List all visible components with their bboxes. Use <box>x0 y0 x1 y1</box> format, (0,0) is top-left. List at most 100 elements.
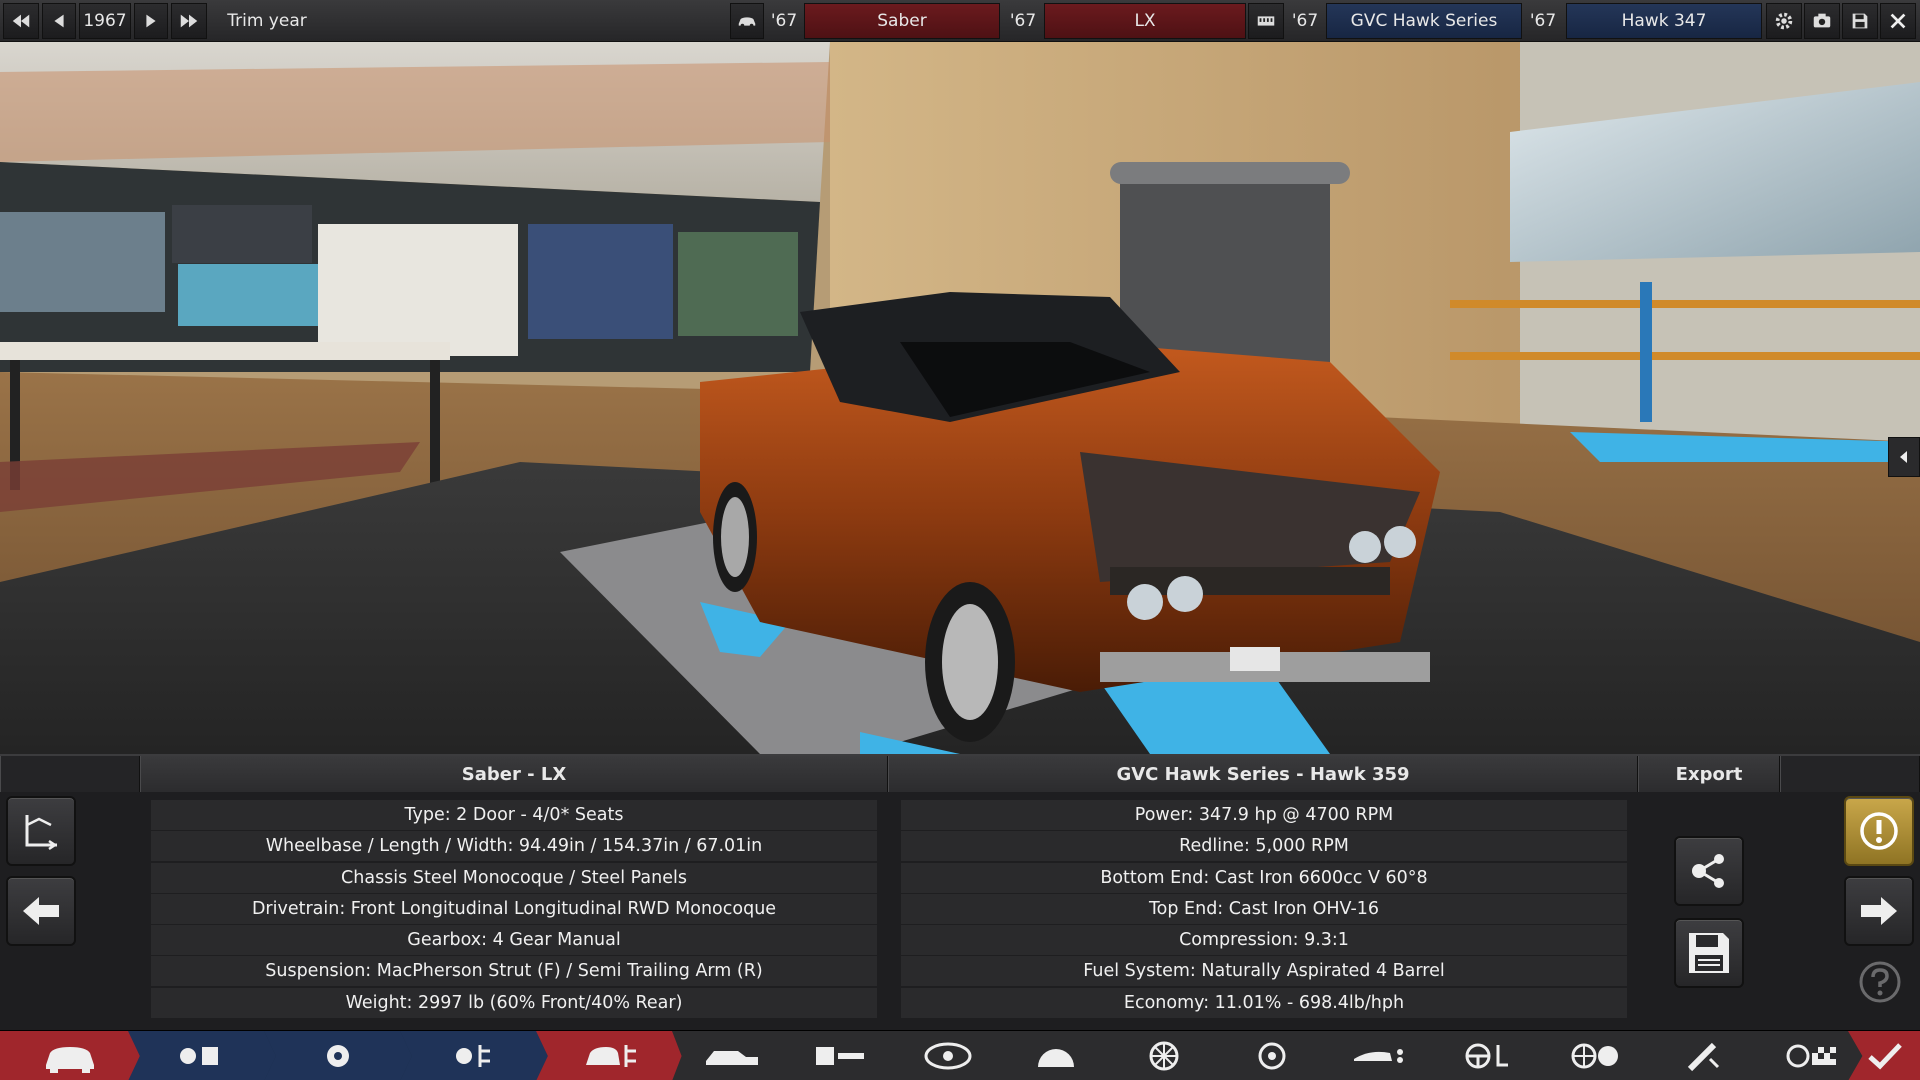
warning-icon <box>1860 812 1898 850</box>
help-icon <box>1859 961 1901 1003</box>
test-tool-icon <box>1687 1042 1720 1072</box>
engine-family-field[interactable]: GVC Hawk Series <box>1326 3 1522 39</box>
close-button[interactable] <box>1880 3 1916 39</box>
nav-safety[interactable] <box>1536 1031 1656 1080</box>
play-right-icon <box>146 14 156 28</box>
car-info-gearbox: Gearbox: 4 Gear Manual <box>151 925 877 956</box>
nav-body[interactable] <box>672 1031 792 1080</box>
nav-engine-family[interactable] <box>128 1031 276 1080</box>
engine-year: '67 <box>1291 11 1319 31</box>
aero-icon <box>1354 1049 1403 1063</box>
trim-year: '67 <box>1009 11 1037 31</box>
nav-engine-tuning[interactable] <box>400 1031 548 1080</box>
variant-year: '67 <box>1529 11 1557 31</box>
next-button[interactable] <box>1844 876 1914 946</box>
arrow-right-icon <box>1861 897 1897 925</box>
next-year-button[interactable] <box>134 3 168 39</box>
share-button[interactable] <box>1674 836 1744 906</box>
left-header-spacer <box>0 756 140 792</box>
play-left-icon <box>54 14 64 28</box>
car-side-icon <box>706 1051 758 1065</box>
steering-wheel-icon <box>1465 1043 1508 1069</box>
back-button[interactable] <box>6 876 76 946</box>
car-info-suspension: Suspension: MacPherson Strut (F) / Semi … <box>151 956 877 987</box>
last-year-button[interactable] <box>171 3 207 39</box>
engine-info-redline: Redline: 5,000 RPM <box>901 831 1627 862</box>
year-field[interactable]: 1967 <box>79 3 131 39</box>
engine-info-power: Power: 347.9 hp @ 4700 RPM <box>901 800 1627 830</box>
nav-trim[interactable] <box>536 1031 684 1080</box>
car-summary-title: Saber - LX <box>140 756 888 792</box>
camera-angle-icon <box>25 815 58 851</box>
engine-icon-button[interactable] <box>1248 3 1284 39</box>
car-info-type: Type: 2 Door - 4/0* Seats <box>151 800 877 830</box>
nav-chassis[interactable] <box>780 1031 900 1080</box>
nav-interior[interactable] <box>1212 1031 1332 1080</box>
trim-name-field[interactable]: LX <box>1044 3 1246 39</box>
designer-stage-nav <box>0 1030 1920 1080</box>
nav-suspension[interactable] <box>1104 1031 1224 1080</box>
first-year-button[interactable] <box>3 3 39 39</box>
camera-view-button[interactable] <box>6 796 76 866</box>
engine-family-icon <box>180 1047 218 1065</box>
nav-steering[interactable] <box>1428 1031 1548 1080</box>
floppy-disk-icon <box>1852 13 1868 29</box>
speedometer-flag-icon <box>1786 1044 1836 1068</box>
garage-scene <box>0 42 1920 754</box>
rewind-icon <box>12 14 30 28</box>
crash-test-icon <box>1571 1043 1618 1069</box>
nav-testing[interactable] <box>1644 1031 1764 1080</box>
car-icon <box>738 17 756 28</box>
year-value: 1967 <box>83 11 127 31</box>
checkmark-icon <box>1868 1043 1902 1070</box>
top-toolbar: 1967 Trim year '67 Saber '67 LX '67 GVC … <box>0 0 1920 42</box>
settings-button[interactable] <box>1766 3 1802 39</box>
gauge-icon <box>1258 1042 1286 1070</box>
car-info-list: Type: 2 Door - 4/0* Seats Wheelbase / Le… <box>151 800 877 1019</box>
camera-icon <box>1813 13 1831 28</box>
side-panel-toggle[interactable] <box>1888 437 1920 477</box>
car-info-chassis: Chassis Steel Monocoque / Steel Panels <box>151 862 877 893</box>
tire-icon <box>924 1042 972 1070</box>
model-year: '67 <box>770 11 798 31</box>
car-info-drivetrain: Drivetrain: Front Longitudinal Longitudi… <box>151 893 877 924</box>
engine-info-top-end: Top End: Cast Iron OHV-16 <box>901 893 1627 924</box>
engine-info-compression: Compression: 9.3:1 <box>901 925 1627 956</box>
engine-info-economy: Economy: 11.01% - 698.4lb/hph <box>901 987 1627 1018</box>
car-info-dimensions: Wheelbase / Length / Width: 94.49in / 15… <box>151 831 877 862</box>
trim-icon <box>586 1045 636 1067</box>
fast-forward-icon <box>180 14 198 28</box>
nav-car-model[interactable] <box>0 1031 140 1080</box>
engine-info-fuel-system: Fuel System: Naturally Aspirated 4 Barre… <box>901 956 1627 987</box>
floppy-disk-icon <box>1689 933 1729 973</box>
save-button[interactable] <box>1842 3 1878 39</box>
export-save-button[interactable] <box>1674 918 1744 988</box>
help-button[interactable] <box>1858 960 1902 1004</box>
summary-panel: Saber - LX GVC Hawk Series - Hawk 359 Ex… <box>0 754 1920 1030</box>
share-icon <box>1692 854 1724 888</box>
engine-info-bottom-end: Bottom End: Cast Iron 6600cc V 60°8 <box>901 862 1627 893</box>
engine-variant-field[interactable]: Hawk 347 <box>1566 3 1762 39</box>
car-model-icon-button[interactable] <box>730 3 764 39</box>
nav-wheels[interactable] <box>888 1031 1008 1080</box>
model-name-field[interactable]: Saber <box>804 3 1000 39</box>
brake-disc-icon <box>1038 1049 1074 1067</box>
wheel-icon <box>1149 1041 1179 1071</box>
gear-icon <box>1775 12 1793 30</box>
chevron-left-icon <box>1900 451 1907 463</box>
nav-engine[interactable] <box>264 1031 412 1080</box>
car-front-icon <box>46 1047 94 1073</box>
nav-brakes[interactable] <box>996 1031 1116 1080</box>
right-header-spacer <box>1780 756 1920 792</box>
garage-3d-viewport[interactable] <box>0 42 1920 754</box>
nav-aero[interactable] <box>1320 1031 1440 1080</box>
chassis-icon <box>816 1047 864 1065</box>
screenshot-button[interactable] <box>1804 3 1840 39</box>
prev-year-button[interactable] <box>42 3 76 39</box>
trim-year-label: Trim year <box>227 11 307 31</box>
car-info-weight: Weight: 2997 lb (60% Front/40% Rear) <box>151 987 877 1018</box>
engine-icon <box>327 1045 349 1067</box>
engine-tuning-icon <box>456 1045 490 1067</box>
warnings-button[interactable] <box>1844 796 1914 866</box>
arrow-left-icon <box>23 897 59 925</box>
